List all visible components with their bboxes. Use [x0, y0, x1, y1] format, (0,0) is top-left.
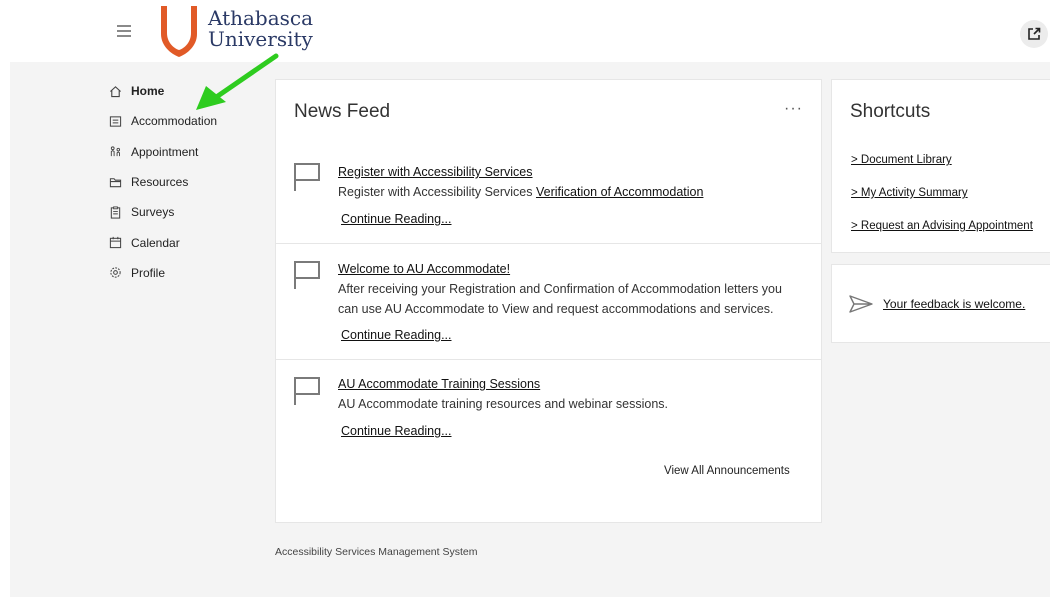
- shortcut-activity-summary[interactable]: > My Activity Summary: [851, 187, 968, 199]
- calendar-icon: [108, 236, 122, 250]
- feedback-link[interactable]: Your feedback is welcome.: [883, 297, 1025, 311]
- top-header: Athabasca University: [0, 0, 1050, 62]
- news-item-body: AU Accommodate Training Sessions AU Acco…: [338, 374, 798, 414]
- news-item-title-link[interactable]: Welcome to AU Accommodate!: [338, 259, 798, 279]
- external-link-icon: [1028, 27, 1041, 40]
- shortcut-document-library[interactable]: > Document Library: [851, 154, 952, 166]
- sidebar-item-calendar[interactable]: Calendar: [108, 227, 268, 257]
- sidebar-item-profile[interactable]: Profile: [108, 258, 268, 288]
- news-item: AU Accommodate Training Sessions AU Acco…: [276, 360, 821, 452]
- news-item-text: After receiving your Registration and Co…: [338, 282, 782, 316]
- university-logo-text[interactable]: Athabasca University: [208, 8, 313, 50]
- news-item: Register with Accessibility Services Reg…: [276, 143, 821, 244]
- sidebar-item-accommodation[interactable]: Accommodation: [108, 106, 268, 136]
- sidebar-item-label: Calendar: [131, 235, 180, 250]
- shortcuts-title: Shortcuts: [850, 101, 931, 122]
- main-content: Home Accommodation Appointment Resources…: [10, 62, 1050, 597]
- send-icon: [849, 295, 873, 313]
- news-item-title-link[interactable]: Register with Accessibility Services: [338, 162, 798, 182]
- folder-icon: [108, 175, 122, 189]
- flag-icon: [294, 163, 320, 191]
- sidebar-item-appointment[interactable]: Appointment: [108, 137, 268, 167]
- sidebar-item-label: Surveys: [131, 205, 175, 220]
- sidebar-item-home[interactable]: Home: [108, 76, 268, 106]
- shortcuts-card: Shortcuts > Document Library > My Activi…: [831, 79, 1050, 253]
- sidebar-item-label: Appointment: [131, 144, 199, 159]
- continue-reading-link[interactable]: Continue Reading...: [341, 212, 452, 226]
- continue-reading-link[interactable]: Continue Reading...: [341, 424, 452, 438]
- sidebar-item-surveys[interactable]: Surveys: [108, 197, 268, 227]
- flag-icon: [294, 261, 320, 289]
- sidebar-item-label: Resources: [131, 175, 189, 190]
- flag-icon: [294, 377, 320, 405]
- sidebar-nav: Home Accommodation Appointment Resources…: [108, 76, 268, 288]
- list-icon: [108, 114, 122, 128]
- clipboard-icon: [108, 205, 122, 219]
- footer-text: Accessibility Services Management System: [275, 546, 478, 558]
- news-feed-card: News Feed ··· Register with Accessibilit…: [275, 79, 822, 523]
- news-item: Welcome to AU Accommodate! After receivi…: [276, 244, 821, 360]
- continue-reading-link[interactable]: Continue Reading...: [341, 328, 452, 342]
- gear-icon: [108, 266, 122, 280]
- logo-line-2: University: [208, 27, 313, 51]
- shortcut-advising-appointment[interactable]: > Request an Advising Appointment: [851, 220, 1033, 232]
- view-all-announcements-link[interactable]: View All Announcements: [664, 465, 790, 477]
- external-link-button[interactable]: [1020, 20, 1048, 48]
- news-feed-title: News Feed: [294, 101, 391, 122]
- news-item-body: Register with Accessibility Services Reg…: [338, 162, 798, 202]
- news-item-title-link[interactable]: AU Accommodate Training Sessions: [338, 374, 798, 394]
- sidebar-item-label: Home: [131, 84, 165, 99]
- more-options-icon[interactable]: ···: [784, 100, 803, 118]
- hamburger-icon[interactable]: [117, 25, 131, 37]
- university-shield-logo[interactable]: [159, 4, 199, 59]
- appointment-icon: [108, 145, 122, 159]
- news-item-text: Register with Accessibility Services: [338, 185, 536, 199]
- feedback-card: Your feedback is welcome.: [831, 264, 1050, 343]
- news-item-text: AU Accommodate training resources and we…: [338, 397, 669, 411]
- home-icon: [108, 84, 122, 98]
- logo-line-1: Athabasca: [208, 6, 314, 30]
- sidebar-item-label: Profile: [131, 265, 166, 280]
- verification-link[interactable]: Verification of Accommodation: [536, 185, 703, 199]
- sidebar-item-resources[interactable]: Resources: [108, 167, 268, 197]
- news-item-body: Welcome to AU Accommodate! After receivi…: [338, 259, 798, 319]
- sidebar-item-label: Accommodation: [131, 114, 218, 129]
